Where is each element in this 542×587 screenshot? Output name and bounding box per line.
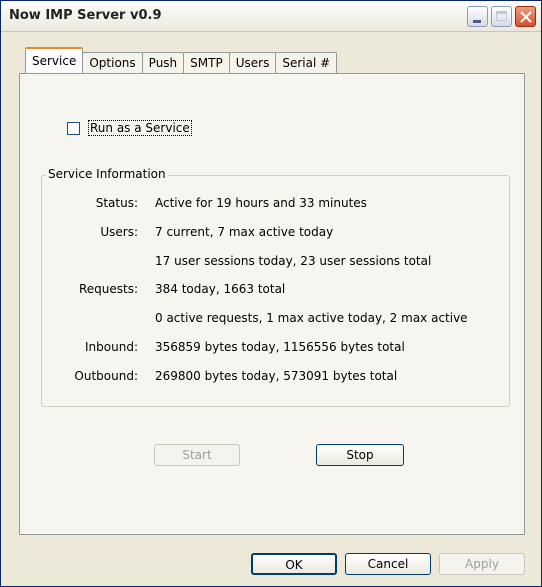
inbound-label: Inbound: [85,340,138,354]
outbound-label: Outbound: [74,369,138,383]
users-value: 7 current, 7 max active today [155,225,334,239]
status-label: Status: [95,196,138,210]
tab-strip: Service Options Push SMTP Users Serial # [25,47,338,73]
maximize-icon [496,11,507,21]
maximize-button [491,6,512,27]
active-requests-value: 0 active requests, 1 max active today, 2… [155,311,468,325]
window-title: Now IMP Server v0.9 [9,8,162,23]
tab-smtp[interactable]: SMTP [183,52,230,73]
run-as-service-label[interactable]: Run as a Service [88,120,192,136]
requests-value: 384 today, 1663 total [155,282,286,296]
group-title: Service Information [46,167,168,181]
users-label: Users: [100,225,138,239]
user-sessions-value: 17 user sessions today, 23 user sessions… [155,254,432,268]
close-button[interactable] [515,6,536,27]
requests-label: Requests: [78,282,138,296]
service-information-group: Service Information Status: Active for 1… [41,167,510,407]
tab-options[interactable]: Options [82,52,143,73]
tab-users[interactable]: Users [228,52,277,73]
cancel-button[interactable]: Cancel [345,553,431,575]
status-value: Active for 19 hours and 33 minutes [155,196,367,210]
outbound-value: 269800 bytes today, 573091 bytes total [155,369,398,383]
dialog-window: Now IMP Server v0.9 Service Options Push… [0,0,542,587]
close-icon [520,11,532,23]
run-as-service-checkbox[interactable] [67,121,80,135]
tab-push[interactable]: Push [141,52,185,73]
minimize-icon [473,20,481,23]
minimize-button[interactable] [467,6,488,27]
inbound-value: 356859 bytes today, 1156556 bytes total [155,340,405,354]
tab-service[interactable]: Service [25,47,84,73]
ok-button[interactable]: OK [251,553,337,575]
tab-serial[interactable]: Serial # [275,52,338,73]
service-panel: Run as a Service Service Information Sta… [19,73,525,535]
stop-button[interactable]: Stop [316,444,404,466]
run-as-service-option[interactable]: Run as a Service [67,120,192,136]
start-button: Start [154,444,240,466]
apply-button: Apply [439,553,525,575]
title-bar[interactable]: Now IMP Server v0.9 [1,1,541,32]
